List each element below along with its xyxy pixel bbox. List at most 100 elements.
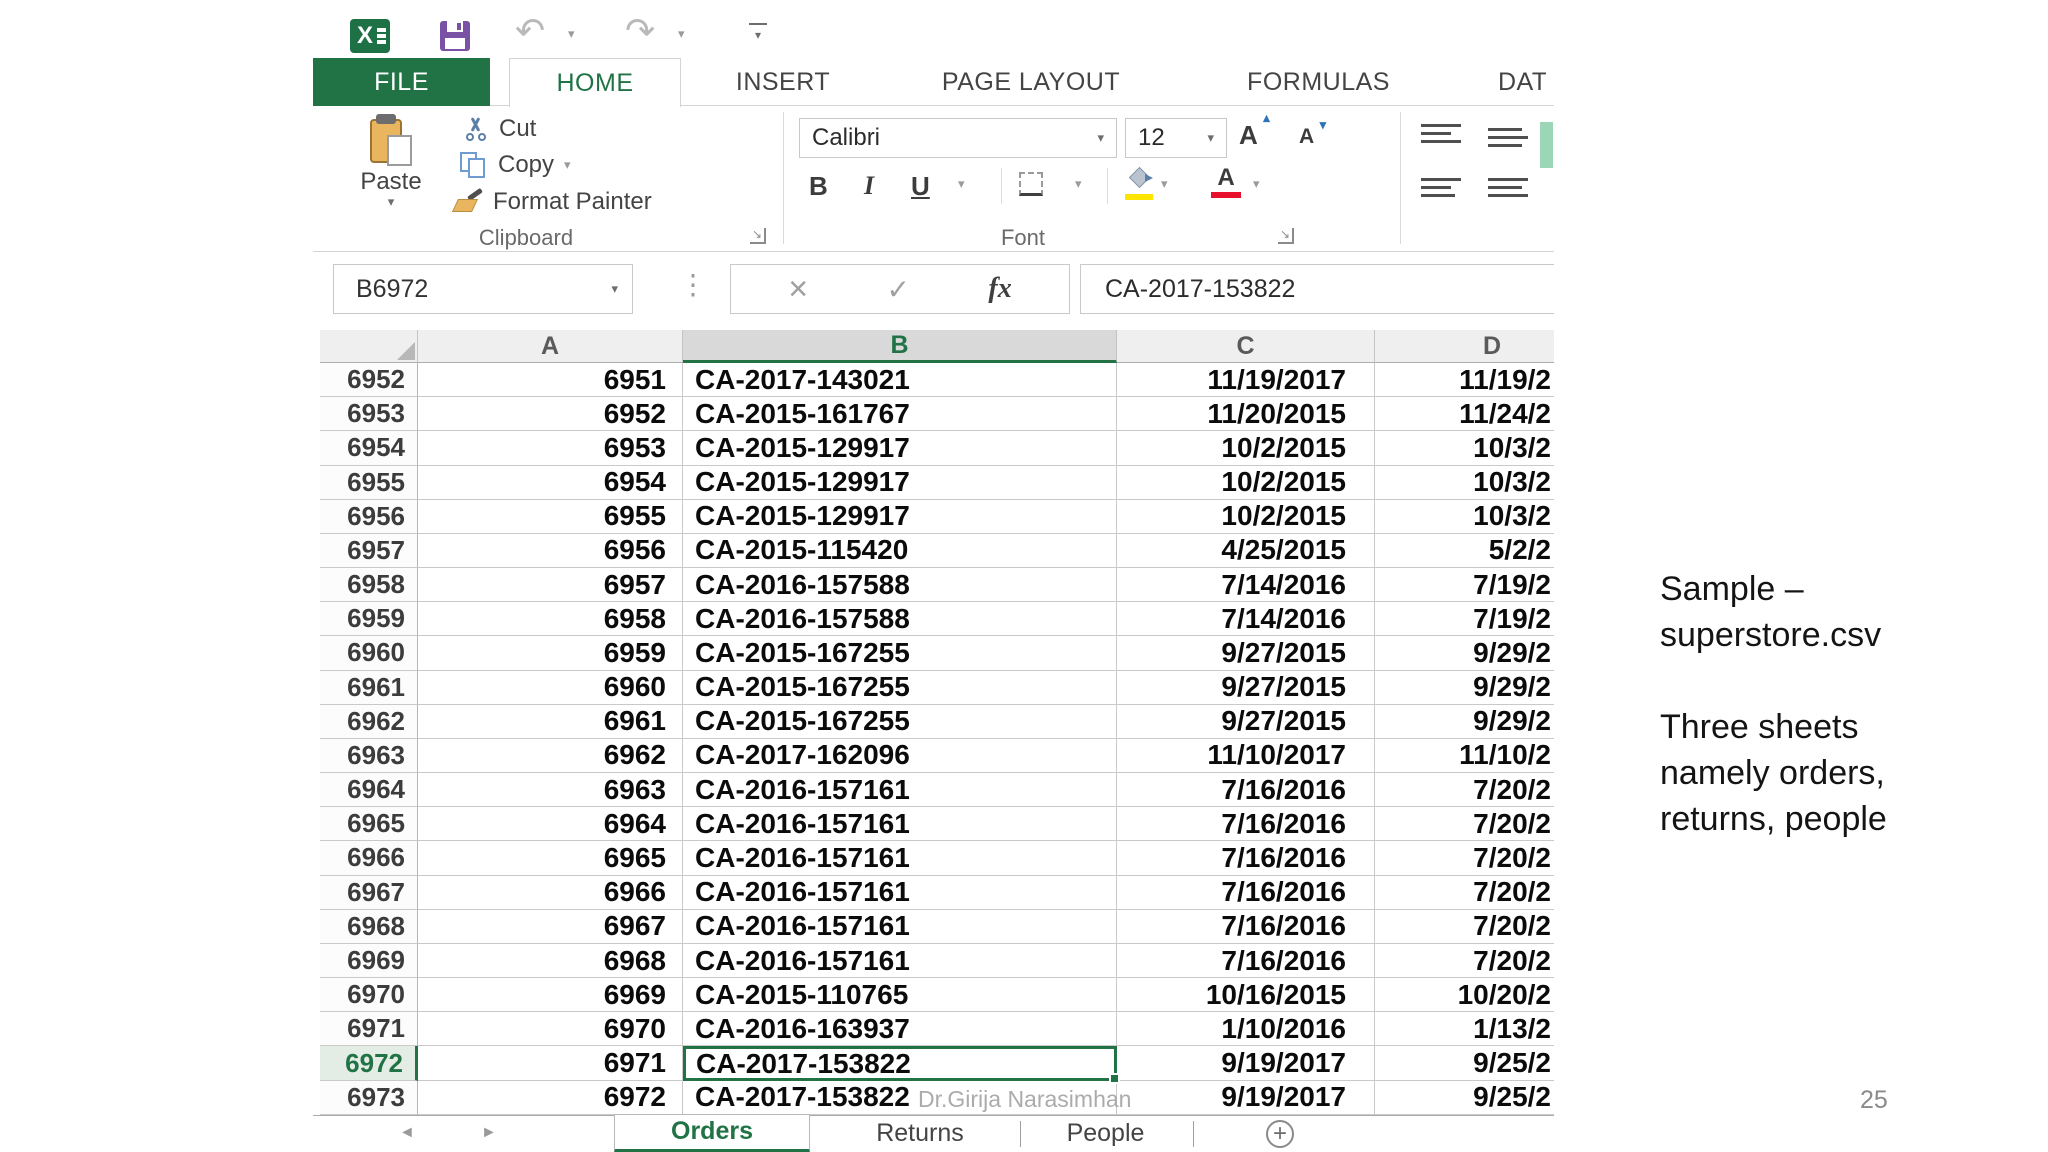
fill-color-dropdown-icon[interactable]: ▾ <box>1161 176 1168 192</box>
sheet-tab-returns[interactable]: Returns <box>827 1116 1013 1152</box>
cell-col-a[interactable]: 6971 <box>418 1046 683 1081</box>
cell-col-d[interactable]: 7/20/2 <box>1375 876 1554 910</box>
row-header[interactable]: 6954 <box>320 431 418 466</box>
cell-col-c[interactable]: 9/19/2017 <box>1117 1080 1375 1115</box>
clipboard-dialog-launcher-icon[interactable]: ↘ <box>750 228 766 244</box>
cell-col-c[interactable]: 10/2/2015 <box>1117 431 1375 466</box>
row-header[interactable]: 6952 <box>320 363 418 398</box>
font-color-button[interactable]: A <box>1211 166 1241 198</box>
row-header[interactable]: 6963 <box>320 738 418 774</box>
cell-col-c[interactable]: 7/16/2016 <box>1117 875 1375 910</box>
row-header[interactable]: 6959 <box>320 602 418 637</box>
font-size-select[interactable]: 12 ▾ <box>1125 118 1227 158</box>
cell-col-d[interactable]: 9/29/2 <box>1375 671 1554 705</box>
cell-col-d[interactable]: 7/20/2 <box>1375 773 1554 808</box>
tab-insert[interactable]: INSERT <box>713 58 853 106</box>
cell-col-a[interactable]: 6951 <box>418 363 683 398</box>
cell-col-b[interactable]: CA-2016-157161 <box>683 841 1117 876</box>
cell-col-b[interactable]: CA-2015-129917 <box>683 431 1117 466</box>
fill-handle[interactable] <box>1109 1072 1120 1084</box>
cell-col-a[interactable]: 6967 <box>418 909 683 944</box>
tab-file[interactable]: FILE <box>313 58 490 106</box>
sheet-nav-left-icon[interactable]: ◄ <box>399 1124 415 1142</box>
column-header-a[interactable]: A <box>418 330 683 363</box>
formula-bar-grip-icon[interactable]: ⋮ <box>679 268 707 301</box>
cell-col-c[interactable]: 11/10/2017 <box>1117 738 1375 774</box>
row-header[interactable]: 6969 <box>320 943 418 979</box>
sheet-tab-orders[interactable]: Orders <box>614 1114 810 1152</box>
cell-col-c[interactable]: 10/2/2015 <box>1117 499 1375 534</box>
font-name-dropdown-icon[interactable]: ▾ <box>1097 130 1104 146</box>
name-box[interactable]: B6972 ▾ <box>333 264 633 314</box>
cell-col-a[interactable]: 6964 <box>418 807 683 842</box>
save-icon[interactable] <box>440 21 470 51</box>
excel-app-icon[interactable]: X <box>350 19 390 53</box>
cell-col-c[interactable]: 7/16/2016 <box>1117 909 1375 944</box>
enter-icon[interactable]: ✓ <box>887 273 910 306</box>
cell-col-b[interactable]: CA-2015-167255 <box>683 670 1117 705</box>
font-dialog-launcher-icon[interactable]: ↘ <box>1278 228 1294 244</box>
sheet-nav-right-icon[interactable]: ► <box>481 1124 497 1142</box>
cell-col-a[interactable]: 6954 <box>418 465 683 500</box>
row-header[interactable]: 6960 <box>320 636 418 671</box>
cell-col-a[interactable]: 6965 <box>418 841 683 876</box>
cell-col-c[interactable]: 11/19/2017 <box>1117 363 1375 398</box>
cell-col-d[interactable]: 10/20/2 <box>1375 978 1554 1013</box>
cell-col-a[interactable]: 6969 <box>418 978 683 1013</box>
cell-col-b[interactable]: CA-2016-157161 <box>683 943 1117 979</box>
cell-col-d[interactable]: 7/20/2 <box>1375 841 1554 876</box>
cancel-icon[interactable]: × <box>788 272 808 306</box>
cell-col-d[interactable]: 7/19/2 <box>1375 568 1554 603</box>
cell-col-a[interactable]: 6959 <box>418 636 683 671</box>
cell-col-a[interactable]: 6953 <box>418 431 683 466</box>
cell-col-c[interactable]: 9/27/2015 <box>1117 670 1375 705</box>
cell-col-d[interactable]: 9/29/2 <box>1375 636 1554 671</box>
cell-col-d[interactable]: 5/2/2 <box>1375 534 1554 569</box>
tab-formulas[interactable]: FORMULAS <box>1221 58 1416 106</box>
cell-col-c[interactable]: 4/25/2015 <box>1117 533 1375 569</box>
sheet-tab-people[interactable]: People <box>1032 1116 1179 1152</box>
row-header[interactable]: 6958 <box>320 568 418 603</box>
cell-col-d[interactable]: 9/25/2 <box>1375 1046 1554 1081</box>
cell-col-d[interactable]: 7/19/2 <box>1375 602 1554 637</box>
row-header[interactable]: 6956 <box>320 499 418 534</box>
cell-col-a[interactable]: 6956 <box>418 533 683 569</box>
cell-col-d[interactable]: 10/3/2 <box>1375 431 1554 466</box>
cell-col-a[interactable]: 6966 <box>418 875 683 910</box>
name-box-dropdown-icon[interactable]: ▾ <box>611 281 618 297</box>
copy-button[interactable]: Copy ▾ <box>460 151 571 179</box>
align-top-icon[interactable] <box>1421 124 1461 143</box>
fill-color-button[interactable] <box>1125 166 1153 200</box>
cell-col-b[interactable]: CA-2016-163937 <box>683 1012 1117 1047</box>
cell-col-b[interactable]: CA-2017-143021 <box>683 363 1117 398</box>
cell-col-d[interactable]: 9/29/2 <box>1375 705 1554 739</box>
cell-col-b[interactable]: CA-2016-157161 <box>683 875 1117 910</box>
formula-input[interactable]: CA-2017-153822 <box>1080 264 1554 314</box>
shrink-font-button[interactable]: A ▾ <box>1299 117 1326 149</box>
cell-col-c[interactable]: 7/16/2016 <box>1117 807 1375 842</box>
cell-col-b[interactable]: CA-2015-115420 <box>683 533 1117 569</box>
undo-icon[interactable]: ↶ <box>515 14 545 52</box>
italic-button[interactable]: I <box>864 166 874 206</box>
cell-col-b[interactable]: CA-2016-157588 <box>683 602 1117 637</box>
cell-col-d[interactable]: 11/10/2 <box>1375 739 1554 774</box>
cell-col-c[interactable]: 7/14/2016 <box>1117 602 1375 637</box>
cell-col-b[interactable]: CA-2015-167255 <box>683 704 1117 739</box>
insert-function-icon[interactable]: fx <box>988 273 1011 305</box>
cell-col-d[interactable]: 11/24/2 <box>1375 397 1554 432</box>
cell-col-d[interactable]: 7/20/2 <box>1375 944 1554 979</box>
column-header-b[interactable]: B <box>683 330 1117 363</box>
tab-home[interactable]: HOME <box>509 58 681 107</box>
cell-col-c[interactable]: 10/2/2015 <box>1117 465 1375 500</box>
column-header-d[interactable]: D <box>1375 330 1554 363</box>
row-header[interactable]: 6972 <box>320 1046 418 1081</box>
cell-col-c[interactable]: 7/16/2016 <box>1117 773 1375 808</box>
row-header[interactable]: 6955 <box>320 465 418 500</box>
tab-page-layout[interactable]: PAGE LAYOUT <box>911 58 1151 106</box>
row-header[interactable]: 6973 <box>320 1080 418 1115</box>
row-header[interactable]: 6968 <box>320 909 418 944</box>
underline-dropdown-icon[interactable]: ▾ <box>958 176 965 192</box>
row-header[interactable]: 6964 <box>320 773 418 808</box>
cell-col-c[interactable]: 9/27/2015 <box>1117 636 1375 671</box>
row-header[interactable]: 6970 <box>320 978 418 1013</box>
